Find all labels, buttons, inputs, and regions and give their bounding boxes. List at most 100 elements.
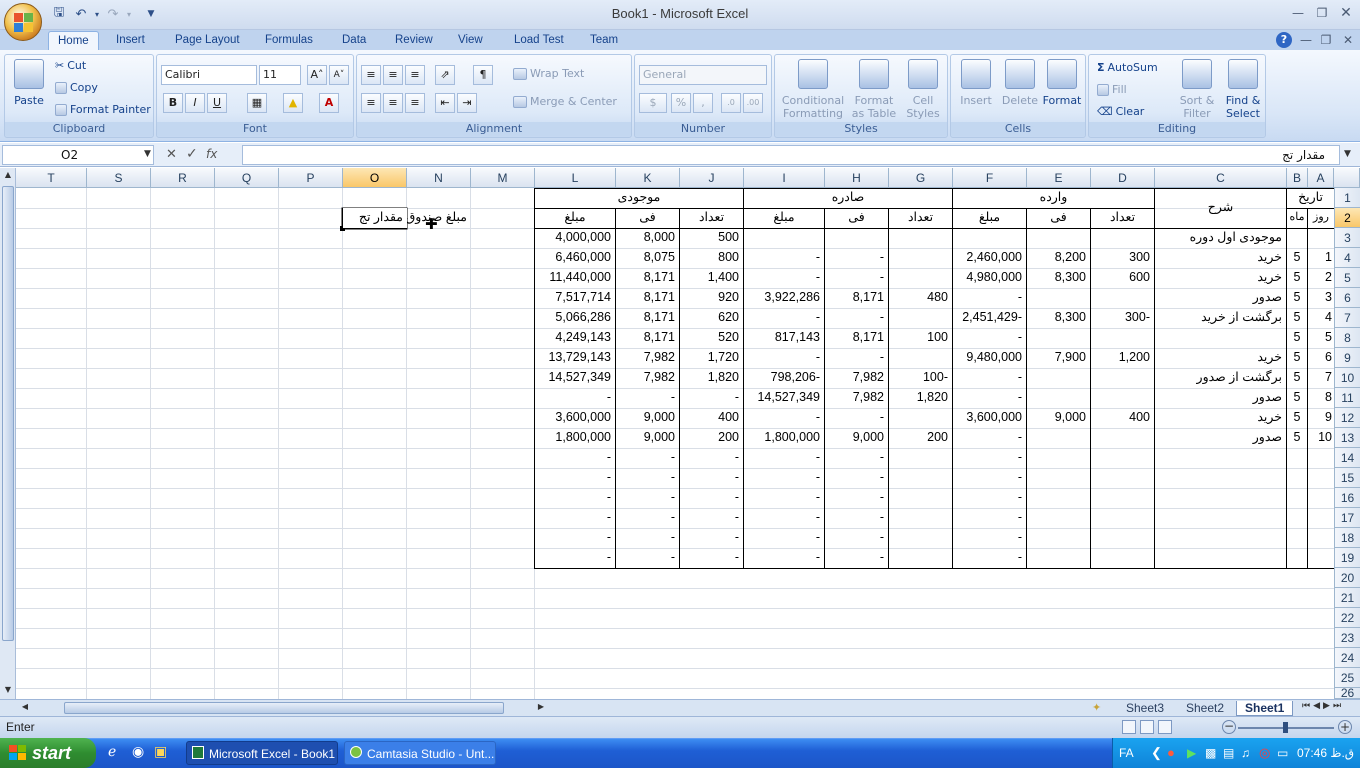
media-quicklaunch-icon[interactable]: ◉ xyxy=(132,744,144,760)
cell-b4[interactable]: 5 xyxy=(1287,248,1307,268)
taskbar-item-camtasia[interactable]: Camtasia Studio - Unt... xyxy=(344,741,496,765)
cell-a8[interactable]: 5 xyxy=(1308,328,1334,348)
shrink-font-icon[interactable]: A˅ xyxy=(329,65,349,85)
cell-b6[interactable]: 5 xyxy=(1287,288,1307,308)
cell-i4[interactable]: - xyxy=(744,248,824,268)
cell-k11[interactable]: - xyxy=(616,388,679,408)
sheet-nav-icon[interactable]: ⏮◀▶⏭ xyxy=(1302,701,1344,711)
cell-n2[interactable]: مبلغ صندوق xyxy=(406,208,471,228)
cell-d3[interactable] xyxy=(1091,228,1154,248)
cell-c7[interactable]: برگشت از خرید xyxy=(1155,308,1286,328)
align-top-icon[interactable]: ≡ xyxy=(361,65,381,85)
row-header-21[interactable]: 21 xyxy=(1334,588,1360,608)
tab-home[interactable]: Home xyxy=(48,31,99,50)
cell-h9[interactable]: - xyxy=(825,348,888,368)
col-header-b[interactable]: B xyxy=(1287,168,1308,188)
name-box[interactable]: O2 xyxy=(2,145,154,165)
cell-b16[interactable] xyxy=(1287,488,1307,508)
cell-i17[interactable]: - xyxy=(744,508,824,528)
cell-l6[interactable]: 7,517,714 xyxy=(535,288,615,308)
underline-button[interactable]: U xyxy=(207,93,227,113)
cell-i3[interactable] xyxy=(744,228,824,248)
cell-l18[interactable]: - xyxy=(535,528,615,548)
header-k-fee[interactable]: فی xyxy=(616,208,679,228)
cell-j17[interactable]: - xyxy=(680,508,743,528)
cell-k7[interactable]: 8,171 xyxy=(616,308,679,328)
cell-k10[interactable]: 7,982 xyxy=(616,368,679,388)
tab-team[interactable]: Team xyxy=(581,31,627,50)
header-stock[interactable]: موجودی xyxy=(535,188,743,208)
cell-a15[interactable] xyxy=(1308,468,1334,488)
row-header-4[interactable]: 4 xyxy=(1334,248,1360,268)
cell-f15[interactable]: - xyxy=(953,468,1026,488)
cell-f7[interactable]: 2,451,429- xyxy=(953,308,1026,328)
row-header-19[interactable]: 19 xyxy=(1334,548,1360,568)
cell-a14[interactable] xyxy=(1308,448,1334,468)
cell-a6[interactable]: 3 xyxy=(1308,288,1334,308)
align-left-icon[interactable]: ≡ xyxy=(361,93,381,113)
cell-a19[interactable] xyxy=(1308,548,1334,568)
cell-i12[interactable]: - xyxy=(744,408,824,428)
help-icon[interactable]: ? xyxy=(1276,32,1292,48)
cell-a9[interactable]: 6 xyxy=(1308,348,1334,368)
cell-i8[interactable]: 817,143 xyxy=(744,328,824,348)
delete-cells-button[interactable]: Delete xyxy=(999,59,1041,107)
cell-a12[interactable]: 9 xyxy=(1308,408,1334,428)
row-header-6[interactable]: 6 xyxy=(1334,288,1360,308)
col-header-d[interactable]: D xyxy=(1091,168,1155,188)
expand-formula-bar-icon[interactable]: ▼ xyxy=(1344,149,1351,159)
row-header-23[interactable]: 23 xyxy=(1334,628,1360,648)
cell-j4[interactable]: 800 xyxy=(680,248,743,268)
cell-l9[interactable]: 13,729,143 xyxy=(535,348,615,368)
cell-i11[interactable]: 14,527,349 xyxy=(744,388,824,408)
italic-button[interactable]: I xyxy=(185,93,205,113)
decrease-decimal-icon[interactable]: .00 xyxy=(743,93,763,113)
cell-e16[interactable] xyxy=(1027,488,1090,508)
cell-e7[interactable]: 8,300 xyxy=(1027,308,1090,328)
page-layout-view-icon[interactable] xyxy=(1140,720,1154,734)
cell-g13[interactable]: 200 xyxy=(889,428,952,448)
cell-e13[interactable] xyxy=(1027,428,1090,448)
close-button[interactable]: ✕ xyxy=(1336,5,1356,21)
formula-input[interactable]: مقدار تج xyxy=(242,145,1340,165)
number-format-select[interactable]: General xyxy=(639,65,767,85)
cell-b5[interactable]: 5 xyxy=(1287,268,1307,288)
cell-j7[interactable]: 620 xyxy=(680,308,743,328)
cell-h3[interactable] xyxy=(825,228,888,248)
cell-j15[interactable]: - xyxy=(680,468,743,488)
cell-c8[interactable] xyxy=(1155,328,1286,348)
name-box-dropdown-icon[interactable]: ▼ xyxy=(144,149,151,159)
zoom-out-icon[interactable]: − xyxy=(1222,720,1236,734)
normal-view-icon[interactable] xyxy=(1122,720,1136,734)
cell-j19[interactable]: - xyxy=(680,548,743,568)
col-header-r[interactable]: R xyxy=(151,168,215,188)
cell-k13[interactable]: 9,000 xyxy=(616,428,679,448)
cell-b12[interactable]: 5 xyxy=(1287,408,1307,428)
cell-g4[interactable] xyxy=(889,248,952,268)
cell-c10[interactable]: برگشت از صدور xyxy=(1155,368,1286,388)
cell-e18[interactable] xyxy=(1027,528,1090,548)
page-break-view-icon[interactable] xyxy=(1158,720,1172,734)
cell-f5[interactable]: 4,980,000 xyxy=(953,268,1026,288)
scroll-down-icon[interactable]: ▼ xyxy=(2,685,14,697)
play-icon[interactable]: ▶ xyxy=(1187,738,1196,768)
cell-e14[interactable] xyxy=(1027,448,1090,468)
cell-g16[interactable] xyxy=(889,488,952,508)
cell-a10[interactable]: 7 xyxy=(1308,368,1334,388)
font-color-icon[interactable]: A xyxy=(319,93,339,113)
cell-k12[interactable]: 9,000 xyxy=(616,408,679,428)
font-size-select[interactable]: 11 xyxy=(259,65,301,85)
cell-g18[interactable] xyxy=(889,528,952,548)
percent-icon[interactable]: % xyxy=(671,93,691,113)
cell-g10[interactable]: 100- xyxy=(889,368,952,388)
cell-f16[interactable]: - xyxy=(953,488,1026,508)
cell-g7[interactable] xyxy=(889,308,952,328)
conditional-formatting-button[interactable]: Conditional Formatting xyxy=(779,59,847,120)
merge-center-button[interactable]: Merge & Center xyxy=(513,95,617,108)
cell-g12[interactable] xyxy=(889,408,952,428)
sheet-tab-sheet3[interactable]: Sheet3 xyxy=(1118,701,1172,716)
cancel-entry-icon[interactable]: ✕ xyxy=(166,147,177,162)
cell-i14[interactable]: - xyxy=(744,448,824,468)
cell-e6[interactable] xyxy=(1027,288,1090,308)
volume-icon[interactable]: ♫ xyxy=(1241,738,1250,768)
